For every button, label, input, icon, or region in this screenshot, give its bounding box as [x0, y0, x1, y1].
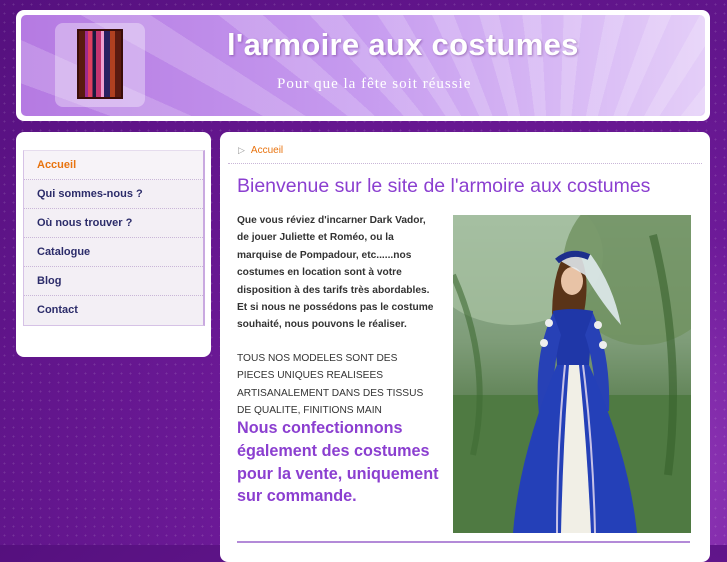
breadcrumb-link-accueil[interactable]: Accueil	[251, 145, 283, 156]
nav-item-catalogue[interactable]: Catalogue	[24, 238, 203, 267]
wardrobe-logo-image	[77, 29, 123, 99]
intro-line: disposition à des tarifs très abordables…	[237, 284, 430, 296]
sidebar: Accueil Qui sommes-nous ? Où nous trouve…	[16, 132, 211, 357]
content-divider	[237, 541, 690, 543]
costume-photo	[453, 215, 691, 533]
nav-item-ou-nous-trouver[interactable]: Où nous trouver ?	[24, 209, 203, 238]
site-tagline: Pour que la fête soit réussie	[277, 76, 472, 92]
sales-callout: Nous confectionnons également des costum…	[237, 417, 452, 508]
intro-line: Et si nous ne possédons pas le costume	[237, 302, 434, 314]
main-navigation: Accueil Qui sommes-nous ? Où nous trouve…	[23, 150, 205, 326]
header-banner: l'armoire aux costumes Pour que la fête …	[21, 15, 705, 116]
callout-line: également des costumes	[237, 441, 430, 460]
nav-item-blog[interactable]: Blog	[24, 267, 203, 296]
callout-line: pour la vente, uniquement	[237, 464, 439, 483]
costume-photo-illustration	[453, 215, 691, 533]
intro-line: costumes en location sont à votre	[237, 267, 402, 279]
nav-item-accueil[interactable]: Accueil	[24, 151, 203, 180]
breadcrumb: ▷ Accueil	[238, 145, 283, 156]
models-line: TOUS NOS MODELES SONT DES	[237, 353, 398, 364]
logo-frame[interactable]	[55, 23, 145, 107]
callout-line: sur commande.	[237, 487, 357, 506]
callout-line: Nous confectionnons	[237, 419, 403, 437]
models-line: DE QUALITE, FINITIONS MAIN	[237, 405, 382, 417]
intro-line: Que vous réviez d'incarner Dark Vador,	[237, 215, 426, 226]
models-paragraph: TOUS NOS MODELES SONT DES PIECES UNIQUES…	[237, 350, 449, 420]
breadcrumb-divider	[228, 163, 702, 164]
intro-paragraph: Que vous réviez d'incarner Dark Vador, d…	[237, 212, 449, 334]
models-line: ARTISANALEMENT DANS DES TISSUS	[237, 387, 424, 399]
nav-item-qui-sommes-nous[interactable]: Qui sommes-nous ?	[24, 180, 203, 209]
intro-line: de jouer Juliette et Roméo, ou la	[237, 232, 394, 244]
models-line: PIECES UNIQUES REALISEES	[237, 370, 384, 382]
intro-line: souhaité, nous pouvons le réaliser.	[237, 319, 407, 331]
chevron-right-icon: ▷	[238, 145, 245, 155]
main-content: ▷ Accueil Bienvenue sur le site de l'armo…	[220, 132, 710, 562]
nav-item-contact[interactable]: Contact	[24, 296, 203, 325]
intro-line: marquise de Pompadour, etc......nos	[237, 249, 412, 261]
page-heading: Bienvenue sur le site de l'armoire aux c…	[237, 175, 651, 197]
site-header: l'armoire aux costumes Pour que la fête …	[16, 10, 710, 121]
site-title[interactable]: l'armoire aux costumes	[227, 27, 579, 63]
